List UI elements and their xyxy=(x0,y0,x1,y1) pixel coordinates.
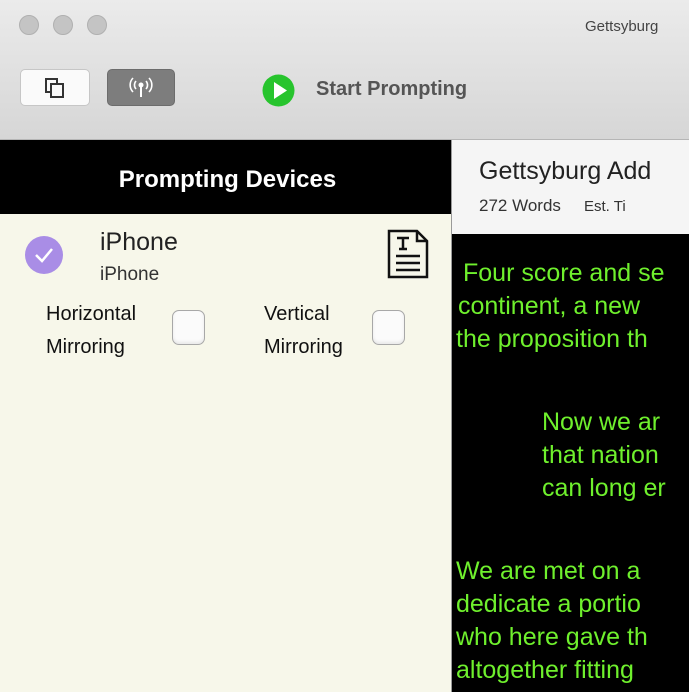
script-line: that nation xyxy=(542,441,659,469)
horizontal-mirroring-label: Horizontal Mirroring xyxy=(46,303,137,358)
script-text-area[interactable]: Four score and se continent, a new the p… xyxy=(452,234,689,692)
script-line: We are met on a xyxy=(456,557,641,585)
window-title: Gettsyburg xyxy=(585,18,659,35)
play-icon[interactable] xyxy=(262,74,295,107)
document-text-icon[interactable] xyxy=(386,228,430,280)
panel-header: Prompting Devices xyxy=(0,140,451,214)
script-line: continent, a new xyxy=(458,292,641,320)
toolbar: Gettsyburg Start Prompting xyxy=(0,0,689,140)
device-name: iPhone xyxy=(100,228,178,256)
checkmark-icon[interactable] xyxy=(25,236,63,274)
script-line: can long er xyxy=(542,474,666,502)
script-line: altogether fitting xyxy=(456,656,634,684)
word-count: 272 Words xyxy=(479,196,561,215)
close-window-button[interactable] xyxy=(19,15,39,35)
start-prompting-button[interactable]: Start Prompting xyxy=(316,78,467,101)
broadcast-icon xyxy=(129,76,153,97)
script-line: Four score and se xyxy=(463,259,665,287)
horizontal-mirroring-checkbox[interactable] xyxy=(172,310,205,345)
script-panel: Gettsyburg Add 272 Words Est. Ti Four sc… xyxy=(452,140,689,692)
app-window: Gettsyburg Start Prompting Prompting Dev… xyxy=(0,0,689,692)
script-line: who here gave th xyxy=(456,623,648,651)
estimated-time: Est. Ti xyxy=(584,198,626,215)
vertical-mirroring-label: Vertical Mirroring xyxy=(264,303,343,358)
device-model: iPhone xyxy=(100,264,160,285)
zoom-window-button[interactable] xyxy=(87,15,107,35)
script-line: the proposition th xyxy=(456,325,648,353)
broadcast-button[interactable] xyxy=(107,69,175,106)
copy-icon xyxy=(45,77,64,98)
minimize-window-button[interactable] xyxy=(53,15,73,35)
script-line: dedicate a portio xyxy=(456,590,641,618)
script-title: Gettsyburg Add xyxy=(479,157,652,185)
script-header: Gettsyburg Add 272 Words Est. Ti xyxy=(452,140,689,235)
panel-title: Prompting Devices xyxy=(118,166,337,193)
script-line: Now we ar xyxy=(542,408,661,436)
prompting-devices-panel: Prompting Devices iPhone iPhone Horizont… xyxy=(0,140,451,692)
vertical-mirroring-checkbox[interactable] xyxy=(372,310,405,345)
toggle-sidebar-button[interactable] xyxy=(20,69,90,106)
